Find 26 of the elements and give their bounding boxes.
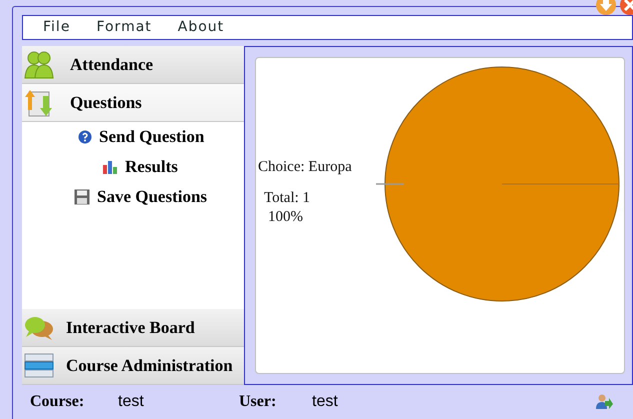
accordion-header[interactable]: Attendance (22, 46, 244, 84)
bar-chart-icon (102, 160, 118, 174)
choice-label: Choice: Europa (258, 158, 352, 177)
menu-item[interactable]: File (43, 17, 70, 38)
course-value: test (118, 392, 145, 412)
list-items-icon (24, 352, 54, 378)
accordion-header[interactable]: Interactive Board (22, 309, 244, 347)
speech-bubbles-icon (24, 314, 54, 340)
leader-line (376, 183, 404, 185)
user-arrow-icon[interactable] (595, 394, 613, 410)
menu-entry[interactable]: Send Question (22, 124, 244, 149)
user-value: test (312, 392, 339, 412)
percent-label: 100% (268, 208, 304, 226)
document-arrows-icon (24, 88, 54, 118)
help-icon (78, 130, 92, 144)
menu-item[interactable]: About (178, 17, 224, 38)
people-icon (24, 50, 54, 80)
accordion-header[interactable]: Questions (22, 84, 244, 122)
menu-entry[interactable]: Save Questions (22, 184, 244, 209)
download-icon[interactable] (595, 0, 617, 16)
accordion-header[interactable]: Course Administration (22, 347, 244, 385)
menu-item[interactable]: Format (96, 17, 152, 38)
menu-entry[interactable]: Results (22, 154, 244, 179)
total-label: Total: 1 (264, 188, 312, 208)
user-label: User: (239, 392, 278, 412)
course-label: Course: (30, 392, 86, 412)
